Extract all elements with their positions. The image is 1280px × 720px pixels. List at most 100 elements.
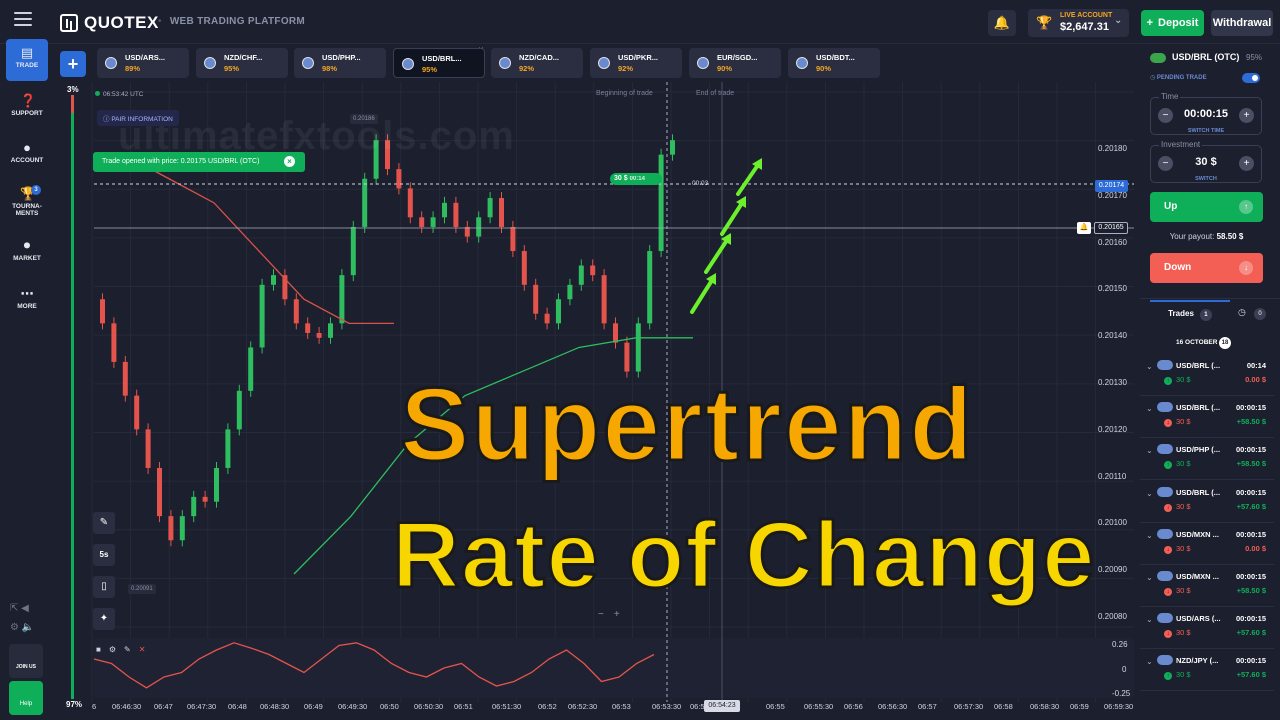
settings-icon[interactable]: ⚙ — [109, 645, 116, 654]
chevron-down-icon[interactable]: ⌄ — [1146, 489, 1153, 498]
asset-tab-payout: 92% — [519, 64, 535, 73]
alarm-bell-icon[interactable]: 🔔 — [1077, 222, 1091, 234]
asset-tab-payout: 95% — [224, 64, 240, 73]
candle — [453, 202, 459, 227]
chevron-down-icon[interactable]: ⌄ — [1146, 615, 1153, 624]
pair-information-button[interactable]: ⓘ PAIR INFORMATION — [97, 110, 179, 126]
time-label: Time — [1159, 92, 1181, 101]
remove-indicator-icon[interactable]: ✕ — [139, 645, 146, 654]
selected-asset[interactable]: USD/BRL (OTC) — [1150, 52, 1239, 63]
settings-icon[interactable]: ⚙ 🔈 — [10, 622, 44, 633]
deposit-button[interactable]: + Deposit — [1141, 10, 1204, 36]
trade-item[interactable]: ⌄ USD/PHP (... 00:00:15 ↑ 30 $ +58.50 $ — [1140, 440, 1274, 481]
trade-amount-value: 30 $ — [1176, 501, 1191, 511]
asset-tab[interactable]: USD/PKR... 92% — [590, 48, 682, 78]
payout-label: Your payout: — [1169, 232, 1215, 241]
user-icon: ● — [23, 140, 31, 155]
trade-item[interactable]: ⌄ USD/BRL (... 00:00:15 ↓ 30 $ +57.60 $ — [1140, 483, 1274, 523]
trade-symbol: USD/MXN ... — [1176, 572, 1219, 581]
investment-value[interactable]: 30 $ — [1179, 156, 1233, 168]
asset-tab[interactable]: USD/BDT... 90% — [788, 48, 880, 78]
chevron-down-icon[interactable]: ⌄ — [1146, 531, 1153, 540]
pair-info-label: PAIR INFORMATION — [111, 116, 173, 123]
candle — [248, 347, 254, 391]
trade-item[interactable]: ⌄ NZD/JPY (... 00:00:15 ↑ 30 $ +57.60 $ — [1140, 651, 1274, 692]
sidebar-item-trade[interactable]: ▤ TRADE — [6, 39, 48, 81]
history-clock-icon[interactable]: ◷ — [1238, 307, 1246, 318]
flag-icon — [1157, 528, 1173, 539]
up-button[interactable]: Up ↑ — [1150, 192, 1263, 222]
asset-tab-payout: 90% — [816, 64, 832, 73]
chevron-down-icon[interactable]: ⌄ — [1146, 404, 1153, 413]
asset-tab[interactable]: NZD/CHF... 95% — [196, 48, 288, 78]
sentiment-bar-down — [71, 95, 74, 113]
toast-close-icon[interactable]: × — [284, 156, 295, 167]
trade-duration: 00:00:15 — [1235, 487, 1266, 497]
sidebar-item-account[interactable]: ● ACCOUNT — [6, 139, 48, 179]
sidebar-item-more[interactable]: ⋯ MORE — [6, 285, 48, 325]
time-decrease-button[interactable]: − — [1158, 108, 1173, 123]
time-value[interactable]: 00:00:15 — [1179, 108, 1233, 120]
join-us-button[interactable]: JOIN US — [9, 644, 43, 678]
zoom-in-icon[interactable]: + — [614, 609, 620, 623]
sidebar-item-market[interactable]: ⚫ MARKET — [6, 237, 48, 277]
notifications-bell-icon[interactable]: 🔔 — [988, 10, 1016, 36]
candle — [590, 265, 596, 276]
asset-tab[interactable]: NZD/CAD... 92% — [491, 48, 583, 78]
sidebar-item-label: ACCOUNT — [10, 157, 44, 164]
hide-indicator-icon[interactable]: ■ — [96, 645, 101, 654]
asset-tab[interactable]: USD/ARS... 89% — [97, 48, 189, 78]
help-button[interactable]: Help — [9, 681, 43, 715]
chart-type-candles-icon[interactable]: ▯ — [93, 576, 115, 598]
drawing-tool-pencil-icon[interactable]: ✎ — [93, 512, 115, 534]
pending-trade-toggle[interactable] — [1242, 73, 1260, 83]
asset-tab[interactable]: USD/BRL... 95% — [393, 48, 485, 78]
chevron-down-icon[interactable]: ⌄ — [1146, 657, 1153, 666]
trade-amount-value: 30 $ — [1176, 628, 1191, 638]
withdrawal-button[interactable]: Withdrawal — [1211, 10, 1273, 36]
asset-tab[interactable]: EUR/SGD... 90% — [689, 48, 781, 78]
edit-icon[interactable]: ✎ — [124, 645, 131, 654]
sidebar-item-support[interactable]: ❓ SUPPORT — [6, 92, 48, 132]
fullscreen-icon[interactable]: ⇱ ◀ — [10, 603, 44, 614]
trade-item[interactable]: ⌄ USD/BRL (... 00:14 ↑ 30 $ 0.00 $ — [1140, 356, 1274, 396]
chevron-down-icon[interactable]: ⌄ — [1146, 362, 1153, 371]
down-button[interactable]: Down ↓ — [1150, 253, 1263, 283]
trade-item[interactable]: ⌄ USD/MXN ... 00:00:15 ↓ 30 $ 0.00 $ — [1140, 525, 1274, 565]
sidebar-item-tournaments[interactable]: 🏆 TOURNA-MENTS 3 — [6, 185, 48, 225]
chevron-down-icon[interactable]: ⌄ — [1146, 446, 1153, 455]
add-asset-button[interactable]: + — [60, 51, 86, 77]
account-switcher[interactable]: 🏆 LIVE ACCOUNT $2,647.31 ⌄ — [1028, 9, 1129, 37]
trade-item[interactable]: ⌄ USD/ARS (... 00:00:15 ↓ 30 $ +57.60 $ — [1140, 609, 1274, 650]
tab-trades[interactable]: Trades 1 — [1150, 300, 1230, 326]
trade-item[interactable]: ⌄ USD/BRL (... 00:00:15 ↓ 30 $ +58.50 $ — [1140, 398, 1274, 439]
candle — [339, 275, 345, 324]
time-increase-button[interactable]: + — [1239, 108, 1254, 123]
investment-decrease-button[interactable]: − — [1158, 156, 1173, 171]
time-axis-tick: 06:55:30 — [804, 702, 834, 711]
trade-result: +57.60 $ — [1236, 670, 1266, 680]
switch-link[interactable]: SWITCH — [1179, 176, 1233, 182]
investment-increase-button[interactable]: + — [1239, 156, 1254, 171]
investment-input[interactable]: Investment − 30 $ + SWITCH — [1150, 140, 1262, 183]
time-input[interactable]: Time − 00:00:15 + SWITCH TIME — [1150, 92, 1262, 135]
timeframe-button[interactable]: 5s — [93, 544, 115, 566]
hamburger-menu-icon[interactable] — [14, 12, 32, 28]
time-axis-tick: 06:50:30 — [414, 702, 444, 711]
flag-icon — [1157, 486, 1173, 497]
asset-tab[interactable]: USD/PHP... 98% — [294, 48, 386, 78]
indicators-icon[interactable]: ✦ — [93, 608, 115, 630]
logo[interactable]: QUOTEX — [60, 12, 159, 34]
clock-tz: UTC — [130, 91, 144, 98]
trophy-icon: 🏆 — [1036, 15, 1053, 30]
zoom-out-icon[interactable]: − — [598, 609, 604, 623]
indicator-tools: ■ ⚙ ✎ ✕ — [96, 645, 145, 654]
chevron-down-icon[interactable]: ⌄ — [1146, 573, 1153, 582]
trade-item[interactable]: ⌄ USD/MXN ... 00:00:15 ↓ 30 $ +58.50 $ — [1140, 567, 1274, 607]
time-highlight: 06:54:23 — [704, 700, 740, 712]
price-axis-label: 0.20150 — [1098, 284, 1127, 294]
switch-time-link[interactable]: SWITCH TIME — [1179, 128, 1233, 134]
trade-duration: 00:14 — [1246, 361, 1266, 370]
asset-tab-payout: 90% — [717, 64, 733, 73]
flag-icon — [1157, 402, 1173, 413]
